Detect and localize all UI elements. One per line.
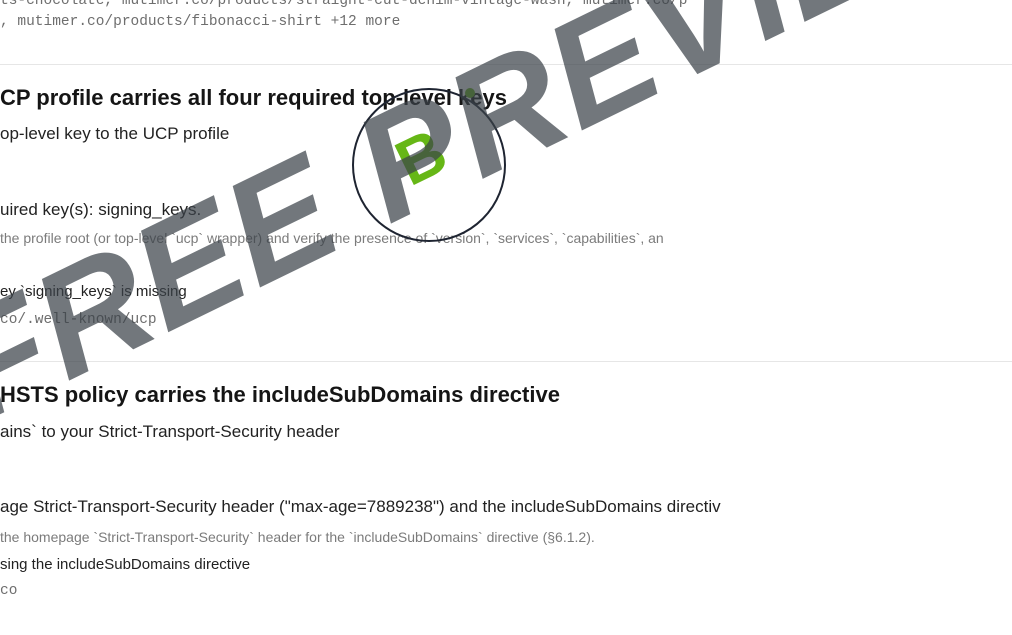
check-title: HSTS policy carries the includeSubDomain… bbox=[0, 382, 560, 407]
check-evidence: ey `signing_keys` is missing bbox=[0, 283, 187, 300]
affected-urls-line: ts-chocolate, mutimer.co/products/straig… bbox=[0, 0, 688, 9]
check-how: the profile root (or top-level `ucp` wra… bbox=[0, 230, 664, 246]
check-detail: uired key(s): signing_keys. bbox=[0, 200, 202, 219]
divider bbox=[0, 361, 1012, 362]
check-fix: ains` to your Strict-Transport-Security … bbox=[0, 422, 340, 441]
check-fix: op-level key to the UCP profile bbox=[0, 124, 230, 143]
check-how: the homepage `Strict-Transport-Security`… bbox=[0, 529, 595, 545]
affected-urls-more[interactable]: , mutimer.co/products/fibonacci-shirt +1… bbox=[0, 14, 400, 30]
check-url[interactable]: co bbox=[0, 583, 17, 599]
grade-dot-icon bbox=[465, 88, 475, 98]
check-detail: age Strict-Transport-Security header ("m… bbox=[0, 497, 721, 516]
check-url[interactable]: co/.well-known/ucp bbox=[0, 312, 157, 328]
check-evidence: sing the includeSubDomains directive bbox=[0, 556, 251, 573]
divider bbox=[0, 64, 1012, 65]
